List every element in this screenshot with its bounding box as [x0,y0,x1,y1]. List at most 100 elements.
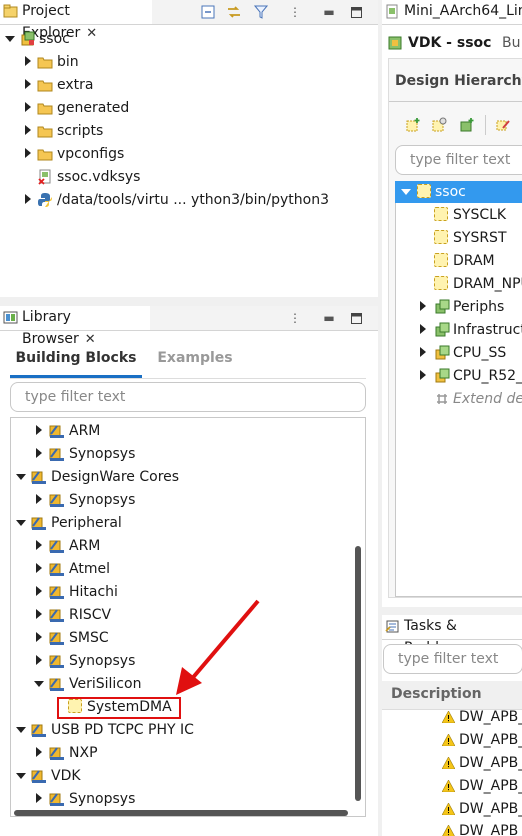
add-subsystem-icon[interactable] [459,117,475,133]
tree-item-label: Synopsys [69,446,136,462]
design-item-periphs[interactable]: Periphs [395,296,522,318]
subtab-examples[interactable]: Examples [150,344,240,378]
chevron-right-icon[interactable] [25,194,31,204]
lib-item-peripheral[interactable]: Peripheral [12,512,348,534]
minimize-icon[interactable]: ▬ [320,309,338,327]
view-menu-icon[interactable]: ⋮ [286,3,304,21]
collapse-all-icon[interactable] [199,3,217,21]
tab-project-explorer[interactable]: Project Explorer ✕ [0,0,152,41]
design-item-cpu-ss[interactable]: CPU_SS [395,342,522,364]
design-item-sysclk[interactable]: SYSCLK [395,204,522,226]
tree-item-label: ARM [69,423,101,439]
tab-mini-aarch64[interactable]: Mini_AArch64_Lin [382,0,522,24]
chevron-right-icon[interactable] [36,448,42,458]
chevron-right-icon[interactable] [36,655,42,665]
design-item-ssoc[interactable]: ssoc [395,181,522,203]
design-filter-input[interactable]: type filter text [395,145,522,175]
chevron-right-icon[interactable] [36,632,42,642]
add-block-icon[interactable] [405,117,421,133]
minimize-icon[interactable]: ▬ [320,3,338,21]
chevron-right-icon[interactable] [420,347,426,357]
building-block-icon [31,517,46,530]
tree-item-scripts[interactable]: scripts [0,120,378,142]
tree-item-label: Synopsys [69,492,136,508]
tree-item-label: SMSC [69,630,109,646]
task-row[interactable]: DW_APB_ [382,729,522,751]
chevron-right-icon[interactable] [36,425,42,435]
vdk-icon [388,36,402,50]
tasks-filter-input[interactable]: type filter text [383,644,522,674]
lib-item-synopsys[interactable]: Synopsys [12,443,348,465]
design-item-dram-npu[interactable]: DRAM_NPU [395,273,522,295]
chevron-down-icon[interactable] [16,520,26,526]
lib-item-nxp[interactable]: NXP [12,742,348,764]
chevron-right-icon[interactable] [25,125,31,135]
tree-item-generated[interactable]: generated [0,97,378,119]
maximize-icon[interactable] [347,3,365,21]
tab-tasks-problems[interactable]: Tasks & Problems [382,615,522,656]
edit-icon[interactable] [495,117,511,133]
chevron-right-icon[interactable] [25,56,31,66]
tree-item-bin[interactable]: bin [0,51,378,73]
chevron-down-icon[interactable] [16,727,26,733]
chevron-down-icon[interactable] [16,474,26,480]
tree-item-python[interactable]: /data/tools/virtu ... ython3/bin/python3 [0,189,378,211]
filter-icon[interactable] [252,3,270,21]
highlight-box [57,697,181,719]
design-item-extend-design[interactable]: Extend des [395,388,522,410]
tab-library-browser[interactable]: Library Browser ✕ [0,306,150,347]
vertical-scrollbar-thumb[interactable] [355,546,361,801]
chevron-right-icon[interactable] [25,79,31,89]
chevron-right-icon[interactable] [420,370,426,380]
tree-item-vdksys[interactable]: ssoc.vdksys [0,166,378,188]
lib-item-vdk[interactable]: VDK [12,765,348,787]
library-filter-input[interactable]: type filter text [10,382,366,412]
chevron-right-icon[interactable] [36,793,42,803]
link-editor-icon[interactable] [225,3,243,21]
folder-icon [37,126,53,138]
lib-item-designware-cores[interactable]: DesignWare Cores [12,466,348,488]
tree-item-label: Periphs [453,299,505,315]
add-instance-icon[interactable] [431,117,447,133]
chevron-right-icon[interactable] [25,148,31,158]
chevron-right-icon[interactable] [36,747,42,757]
tree-item-ssoc[interactable]: ssoc [0,28,378,50]
tree-item-vpconfigs[interactable]: vpconfigs [0,143,378,165]
subtab-building-blocks[interactable]: Building Blocks [10,344,142,378]
maximize-icon[interactable] [347,309,365,327]
chevron-right-icon[interactable] [25,102,31,112]
chevron-right-icon[interactable] [420,324,426,334]
tree-item-label: extra [57,77,94,93]
lib-item-arm[interactable]: ARM [12,535,348,557]
lib-item-atmel[interactable]: Atmel [12,558,348,580]
chevron-right-icon[interactable] [36,540,42,550]
tree-item-extra[interactable]: extra [0,74,378,96]
design-item-cpu-r52[interactable]: CPU_R52_I [395,365,522,387]
design-item-infrastructure[interactable]: Infrastructu [395,319,522,341]
task-row[interactable]: DW_APB_ [382,798,522,820]
horizontal-scrollbar-thumb[interactable] [14,810,348,816]
chevron-down-icon[interactable] [5,36,15,42]
chevron-right-icon[interactable] [36,563,42,573]
task-row[interactable]: DW_APB_ [382,820,522,836]
chevron-down-icon[interactable] [16,773,26,779]
task-row[interactable]: DW_APB_ [382,752,522,774]
lib-item-synopsys[interactable]: Synopsys [12,489,348,511]
chevron-down-icon[interactable] [34,681,44,687]
view-menu-icon[interactable]: ⋮ [286,309,304,327]
column-header-description: Description [391,686,482,702]
design-item-sysrst[interactable]: SYSRST [395,227,522,249]
lib-item-usb-pd-tcpc-phy-ic[interactable]: USB PD TCPC PHY IC [12,719,348,741]
building-block-icon [31,724,46,737]
task-row[interactable]: DW_APB_ [382,775,522,797]
lib-item-synopsys[interactable]: Synopsys [12,788,348,810]
chevron-right-icon[interactable] [36,609,42,619]
tree-item-label: DRAM_NPU [453,276,522,292]
chevron-right-icon[interactable] [36,494,42,504]
chevron-right-icon[interactable] [36,586,42,596]
lib-item-arm[interactable]: ARM [12,420,348,442]
task-row[interactable]: DW_APB_ [382,706,522,728]
chevron-right-icon[interactable] [420,301,426,311]
design-item-dram[interactable]: DRAM [395,250,522,272]
chevron-down-icon[interactable] [401,189,411,195]
